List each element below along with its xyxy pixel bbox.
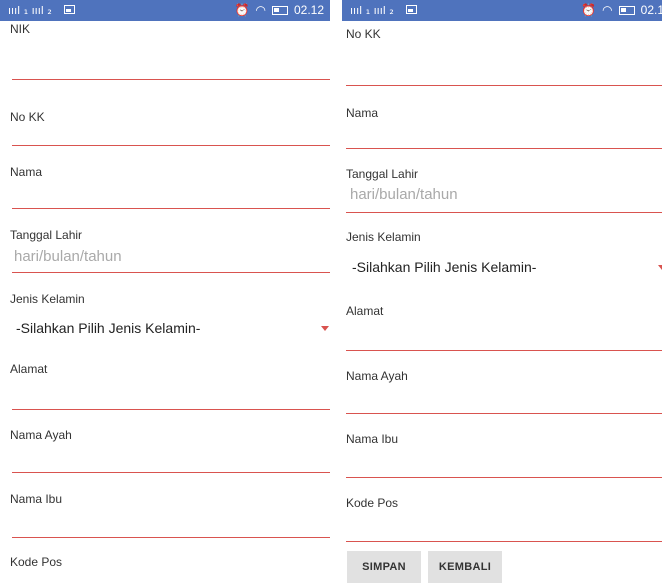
nokk-label: No KK <box>346 27 381 41</box>
nik-input[interactable] <box>12 79 330 80</box>
image-notification-icon <box>406 5 417 14</box>
tanggal-lahir-underline <box>346 212 662 213</box>
signal-icon: ıııl ₁ ıııl ₂ <box>8 4 52 17</box>
battery-icon <box>271 5 288 15</box>
nama-ibu-input[interactable] <box>12 537 330 538</box>
nokk-label: No KK <box>10 110 45 124</box>
alamat-label: Alamat <box>346 304 384 318</box>
battery-icon <box>618 5 635 15</box>
kode-pos-input[interactable] <box>346 541 662 542</box>
nama-ibu-label: Nama Ibu <box>10 492 63 506</box>
alamat-label: Alamat <box>10 362 48 376</box>
dropdown-arrow-icon <box>321 326 329 331</box>
wifi-icon: ◠ <box>255 3 266 17</box>
status-bar: ıııl ₁ ıııl ₂ ⏰ ◠ 02.1 <box>342 0 662 21</box>
alamat-input[interactable] <box>12 409 330 410</box>
tanggal-lahir-underline <box>12 272 330 273</box>
status-icons: ⏰ ◠ 02.12 <box>235 3 324 17</box>
nama-input[interactable] <box>12 208 330 209</box>
jenis-kelamin-label: Jenis Kelamin <box>10 292 85 306</box>
jenis-kelamin-selected: -Silahkan Pilih Jenis Kelamin- <box>352 259 537 275</box>
kembali-button[interactable]: KEMBALI <box>428 551 502 583</box>
nama-input[interactable] <box>346 148 662 149</box>
jenis-kelamin-selected: -Silahkan Pilih Jenis Kelamin- <box>16 320 201 336</box>
alarm-clock-icon: ⏰ <box>581 3 597 17</box>
status-icons: ⏰ ◠ 02.1 <box>581 3 662 17</box>
tanggal-lahir-label: Tanggal Lahir <box>10 228 83 242</box>
alarm-clock-icon: ⏰ <box>234 3 250 17</box>
clock: 02.1 <box>640 3 662 17</box>
nokk-input[interactable] <box>346 85 662 86</box>
nama-ayah-label: Nama Ayah <box>346 369 408 383</box>
nik-label: NIK <box>10 22 31 36</box>
alamat-input[interactable] <box>346 350 662 351</box>
kode-pos-label: Kode Pos <box>10 555 63 569</box>
jenis-kelamin-label: Jenis Kelamin <box>346 230 421 244</box>
signal-icon: ıııl ₁ ıııl ₂ <box>350 4 394 17</box>
nokk-input[interactable] <box>12 145 330 146</box>
wifi-icon: ◠ <box>602 3 613 17</box>
kode-pos-label: Kode Pos <box>346 496 399 510</box>
tanggal-lahir-placeholder: hari/bulan/tahun <box>14 248 122 265</box>
clock: 02.12 <box>293 3 324 17</box>
nama-label: Nama <box>10 165 43 179</box>
status-bar: ıııl ₁ ıııl ₂ ⏰ ◠ 02.12 <box>0 0 330 21</box>
tanggal-lahir-placeholder: hari/bulan/tahun <box>350 186 458 203</box>
tanggal-lahir-label: Tanggal Lahir <box>346 167 419 181</box>
simpan-button[interactable]: SIMPAN <box>347 551 421 583</box>
image-notification-icon <box>64 5 75 14</box>
dropdown-arrow-icon <box>658 265 662 270</box>
screen-right: ıııl ₁ ıııl ₂ ⏰ ◠ 02.1 No KK Nama Tangga… <box>342 0 662 584</box>
nama-ibu-input[interactable] <box>346 477 662 478</box>
nama-label: Nama <box>346 106 379 120</box>
screen-left: ıııl ₁ ıııl ₂ ⏰ ◠ 02.12 NIK No KK Nama T… <box>0 0 330 584</box>
nama-ayah-label: Nama Ayah <box>10 428 72 442</box>
nama-ibu-label: Nama Ibu <box>346 432 399 446</box>
nama-ayah-input[interactable] <box>346 413 662 414</box>
nama-ayah-input[interactable] <box>12 472 330 473</box>
